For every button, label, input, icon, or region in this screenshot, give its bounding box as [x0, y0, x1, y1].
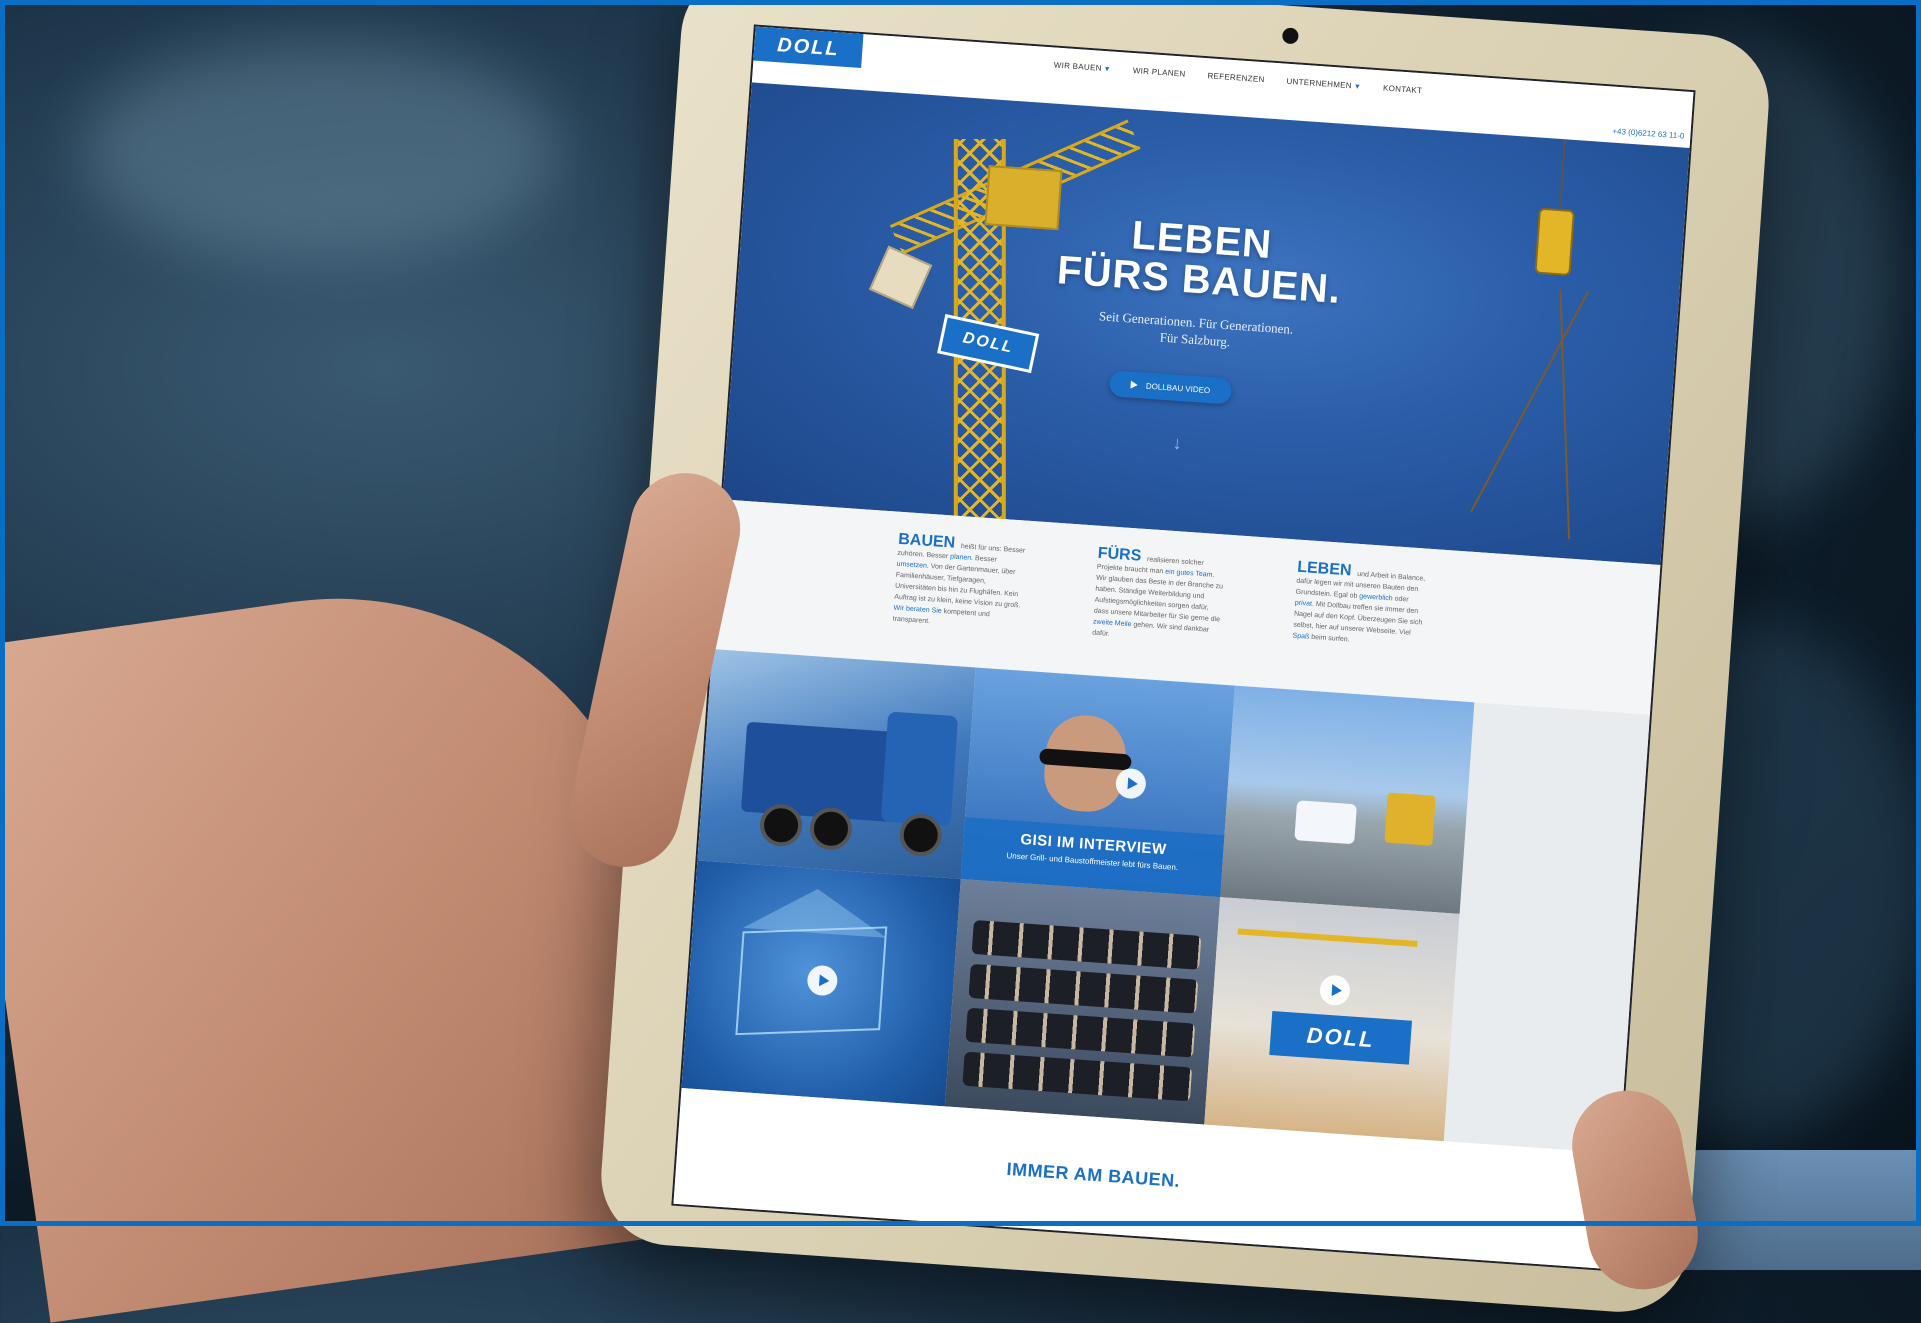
motto-heading: IMMER AM BAUEN.: [1005, 1158, 1181, 1191]
model-doll-sign: DOLL: [1269, 1010, 1412, 1065]
play-icon[interactable]: [1114, 767, 1147, 800]
hook-chain: [1558, 139, 1566, 212]
truck-cab: [880, 711, 959, 827]
caret-down-icon: ▼: [1103, 65, 1112, 74]
fleet-photo-tile[interactable]: [1220, 685, 1475, 914]
image-mosaic: GISI IM INTERVIEW Unser Grill- und Baust…: [681, 649, 1650, 1154]
play-icon: [1130, 380, 1139, 390]
model-video-tile[interactable]: DOLL: [1204, 897, 1460, 1142]
tablet-screen[interactable]: DOLL WIR BAUEN▼ WIR PLANEN REFERENZEN UN…: [671, 24, 1696, 1272]
nav-item-wir-bauen[interactable]: WIR BAUEN▼: [1053, 60, 1111, 73]
group-row: [968, 963, 1199, 1014]
hook-rope: [1470, 290, 1590, 513]
crane-hook: [1534, 207, 1575, 276]
van: [1294, 800, 1357, 845]
dollbau-video-button[interactable]: DOLLBAU VIDEO: [1108, 370, 1233, 405]
arrow-down-icon[interactable]: ↓: [1172, 433, 1182, 455]
play-icon[interactable]: [1318, 974, 1351, 1007]
crane-cab: [984, 165, 1063, 231]
model-crane: [1237, 928, 1418, 947]
group-row: [962, 1051, 1193, 1102]
intro-column-leben: LEBEN und Arbeit in Balance, dafür legen…: [1292, 558, 1426, 644]
truck-photo-tile[interactable]: [697, 649, 976, 879]
intro-column-fuers: FÜRS realisieren solcher Projekte brauch…: [1092, 544, 1224, 638]
phone-number[interactable]: +43 (0)6212 63 11-0: [1612, 127, 1685, 141]
site-logo[interactable]: DOLL: [753, 26, 864, 69]
nav-item-kontakt[interactable]: KONTAKT: [1383, 83, 1423, 95]
nav-item-referenzen[interactable]: REFERENZEN: [1207, 71, 1265, 84]
intro-column-bauen: BAUEN heißt für uns: Besser zuhören. Bes…: [892, 530, 1026, 626]
tablet-camera: [1281, 27, 1299, 45]
crane-load: [868, 245, 933, 309]
caret-down-icon: ▼: [1353, 83, 1362, 91]
hero-section: DOLL LEBEN FÜRS BAUEN. Seit Generationen…: [722, 82, 1690, 565]
nav-item-unternehmen[interactable]: UNTERNEHMEN▼: [1286, 77, 1361, 91]
excavator: [1384, 792, 1436, 846]
group-row: [971, 919, 1202, 970]
house-network-video-tile[interactable]: [681, 860, 961, 1107]
nav-item-wir-planen[interactable]: WIR PLANEN: [1133, 66, 1186, 79]
historic-group-photo-tile[interactable]: [944, 878, 1221, 1125]
group-row: [965, 1007, 1196, 1058]
hero-subtitle: Seit Generationen. Für Generationen. Für…: [1098, 308, 1294, 350]
hero-title: LEBEN FÜRS BAUEN.: [1055, 213, 1343, 312]
background-bokeh: [80, 40, 560, 260]
